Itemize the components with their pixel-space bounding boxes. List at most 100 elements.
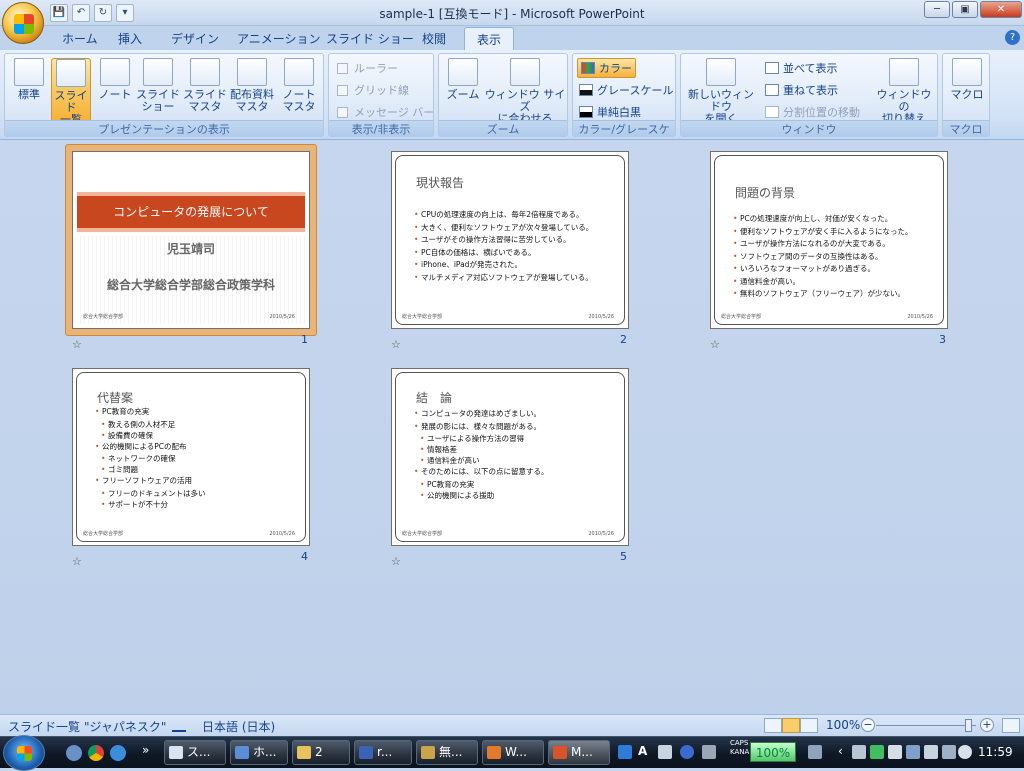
tray-icon[interactable]	[906, 745, 920, 759]
taskbar-item[interactable]: 無...	[416, 740, 478, 765]
notes-page-button[interactable]: ノート	[95, 58, 135, 101]
grayscale-button[interactable]: グレースケール	[579, 82, 673, 98]
zoom-button[interactable]: ズーム	[443, 58, 483, 101]
redo-icon[interactable]: ↻	[94, 4, 112, 22]
window-controls: ─ ▣ ✕	[924, 1, 1022, 18]
new-window-button[interactable]: 新しいウィンドウ を開く	[683, 58, 759, 125]
internet-explorer-icon[interactable]	[110, 745, 126, 761]
maximize-button[interactable]: ▣	[952, 1, 978, 18]
close-button[interactable]: ✕	[980, 1, 1022, 18]
show-desktop-icon[interactable]	[66, 745, 82, 761]
taskbar-item[interactable]: 2	[292, 740, 350, 765]
ime-mode-indicator[interactable]: A	[638, 744, 647, 758]
slide-sorter-button[interactable]: スライド一覧	[51, 58, 91, 126]
group-label: 表示/非表示	[329, 120, 433, 136]
zoom-slider-track[interactable]	[876, 725, 976, 726]
normal-view-button[interactable]: 標準	[9, 58, 49, 101]
volume-icon[interactable]	[958, 745, 972, 759]
caps-kana-indicator: CAPS KANA	[730, 739, 750, 756]
arrange-all-button[interactable]: 並べて表示	[765, 60, 838, 76]
ime-tools-icon[interactable]	[658, 745, 672, 759]
normal-view-status-button[interactable]	[764, 718, 782, 733]
ime-options-icon[interactable]	[702, 745, 716, 759]
handout-master-button[interactable]: 配布資料 マスタ	[227, 58, 277, 113]
status-language[interactable]: 日本語 (日本)	[202, 718, 275, 735]
slide-thumbnail-4[interactable]: 代替案 PC教育の充実教える側の人材不足設備費の確保公的機関によるPCの配布ネッ…	[72, 368, 310, 568]
zoom-in-button[interactable]: +	[980, 718, 994, 732]
handout-master-icon	[237, 58, 267, 86]
quick-launch-more-icon[interactable]: »	[142, 743, 149, 757]
tab-animations[interactable]: アニメーション	[233, 30, 325, 47]
notes-master-button[interactable]: ノート マスタ	[279, 58, 319, 113]
chrome-icon[interactable]	[88, 745, 104, 761]
network-icon[interactable]	[924, 745, 938, 759]
slide-4[interactable]: 代替案 PC教育の充実教える側の人材不足設備費の確保公的機関によるPCの配布ネッ…	[72, 368, 310, 546]
transition-star-icon[interactable]: ☆	[72, 555, 82, 568]
language-bar-icon[interactable]	[618, 745, 632, 759]
fit-slide-button[interactable]	[1002, 718, 1020, 733]
ruler-checkbox[interactable]: ルーラー	[337, 60, 398, 76]
macros-button[interactable]: マクロ	[947, 58, 987, 101]
start-button[interactable]	[3, 735, 45, 771]
gridlines-checkbox[interactable]: グリッド線	[337, 82, 409, 98]
spellcheck-icon[interactable]	[172, 718, 186, 732]
tab-design[interactable]: デザイン	[167, 30, 223, 47]
slide-master-button[interactable]: スライド マスタ	[183, 58, 227, 113]
power-icon[interactable]	[942, 745, 956, 759]
black-white-button[interactable]: 単純白黒	[579, 104, 641, 120]
slide-thumbnail-5[interactable]: 結 論 コンピュータの発達はめざましい。発展の影には、様々な問題がある。ユーザに…	[391, 368, 629, 568]
slide-5[interactable]: 結 論 コンピュータの発達はめざましい。発展の影には、様々な問題がある。ユーザに…	[391, 368, 629, 546]
slide-sorter-status-button[interactable]	[782, 718, 800, 733]
help-icon[interactable]: ?	[1005, 30, 1020, 45]
clock[interactable]: 11:59	[978, 745, 1013, 759]
office-button[interactable]	[2, 2, 44, 44]
slide-2[interactable]: 現状報告 CPUの処理速度の向上は、毎年2倍程度である。大きく、便利なソフトウェ…	[391, 151, 629, 329]
slide-thumbnail-3[interactable]: 問題の背景 PCの処理速度が向上し、対価が安くなった。便利なソフトウェアが安く手…	[710, 151, 948, 351]
message-bar-checkbox[interactable]: メッセージ バー	[337, 104, 434, 120]
slide-thumbnail-1[interactable]: コンピュータの発展について 児玉靖司 総合大学総合学部総合政策学科 総合大学総合…	[65, 144, 317, 351]
taskbar-item[interactable]: W...	[482, 740, 544, 765]
taskbar-item[interactable]: ホ...	[230, 740, 288, 765]
tab-home[interactable]: ホーム	[58, 30, 102, 47]
slide-sorter-canvas[interactable]: コンピュータの発展について 児玉靖司 総合大学総合学部総合政策学科 総合大学総合…	[0, 141, 1024, 714]
tray-expand-icon[interactable]: ‹	[838, 744, 843, 758]
tray-icon[interactable]	[888, 745, 902, 759]
taskbar-item[interactable]: r...	[354, 740, 412, 765]
zoom-out-button[interactable]: −	[861, 718, 875, 732]
tab-review[interactable]: 校閲	[418, 30, 450, 47]
slide-3[interactable]: 問題の背景 PCの処理速度が向上し、対価が安くなった。便利なソフトウェアが安く手…	[710, 151, 948, 329]
security-shield-icon[interactable]	[870, 745, 884, 759]
minimize-button[interactable]: ─	[924, 1, 950, 18]
tab-insert[interactable]: 挿入	[114, 30, 146, 47]
battery-percent-indicator[interactable]: 100%	[750, 742, 796, 762]
tray-icon[interactable]	[808, 745, 822, 759]
customize-qat-icon[interactable]: ▾	[116, 4, 134, 22]
zoom-level[interactable]: 100%	[826, 718, 860, 732]
transition-star-icon[interactable]: ☆	[391, 338, 401, 351]
undo-icon[interactable]: ↶	[72, 4, 90, 22]
transition-star-icon[interactable]: ☆	[72, 338, 82, 351]
move-split-button[interactable]: 分割位置の移動	[765, 104, 860, 120]
title-bar: sample-1 [互換モード] - Microsoft PowerPoint …	[0, 0, 1024, 26]
fit-window-icon	[510, 58, 540, 86]
fit-to-window-button[interactable]: ウィンドウ サイズ に合わせる	[483, 58, 567, 125]
slide-bullet: 大きく、便利なソフトウェアが次々登場している。	[414, 223, 620, 232]
tray-icon[interactable]	[852, 745, 866, 759]
tab-slideshow[interactable]: スライド ショー	[322, 30, 418, 47]
slide-1[interactable]: コンピュータの発展について 児玉靖司 総合大学総合学部総合政策学科 総合大学総合…	[72, 151, 310, 329]
taskbar-item[interactable]: ス...	[164, 740, 226, 765]
slide-footer: 総合大学総合学部	[721, 314, 762, 320]
transition-star-icon[interactable]: ☆	[710, 338, 720, 351]
save-icon[interactable]: 💾	[50, 4, 68, 22]
slideshow-status-button[interactable]	[800, 718, 818, 733]
switch-windows-button[interactable]: ウィンドウの 切り替え	[873, 58, 935, 125]
transition-star-icon[interactable]: ☆	[391, 555, 401, 568]
tab-view[interactable]: 表示	[464, 27, 515, 50]
slide-thumbnail-2[interactable]: 現状報告 CPUの処理速度の向上は、毎年2倍程度である。大きく、便利なソフトウェ…	[391, 151, 629, 351]
slide-show-button[interactable]: スライド ショー	[135, 58, 181, 113]
taskbar-item-active[interactable]: M...	[548, 740, 610, 765]
color-button[interactable]: カラー	[577, 58, 636, 78]
cascade-button[interactable]: 重ねて表示	[765, 82, 838, 98]
zoom-slider-thumb[interactable]	[965, 719, 972, 732]
ime-help-icon[interactable]	[680, 745, 694, 759]
